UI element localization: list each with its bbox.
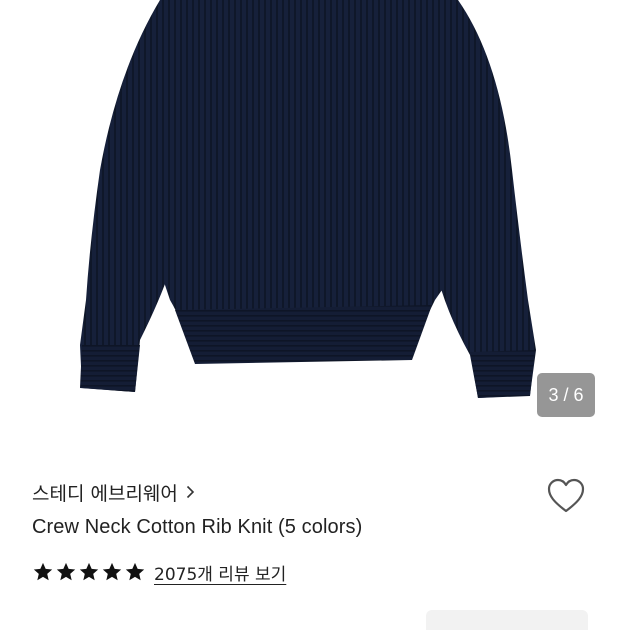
rating-stars (32, 561, 146, 583)
star-icon (33, 562, 53, 581)
product-title: Crew Neck Cotton Rib Knit (5 colors) (32, 516, 363, 538)
brand-link[interactable]: 스테디 에브리웨어 (32, 478, 195, 506)
product-image (80, 0, 536, 398)
rating-row: 2075개 리뷰 보기 (32, 560, 286, 585)
reviews-link[interactable]: 2075개 리뷰 보기 (154, 560, 286, 585)
star-icon (102, 562, 122, 581)
star-icon (79, 562, 99, 581)
image-counter: 3 / 6 (537, 373, 595, 417)
product-image-gallery[interactable]: 3 / 6 (0, 0, 620, 440)
option-selector-partial[interactable] (426, 610, 588, 630)
brand-name: 스테디 에브리웨어 (32, 482, 178, 505)
star-icon (125, 562, 145, 581)
chevron-right-icon (186, 485, 195, 499)
star-icon (56, 562, 76, 581)
heart-outline-icon[interactable] (546, 478, 586, 514)
